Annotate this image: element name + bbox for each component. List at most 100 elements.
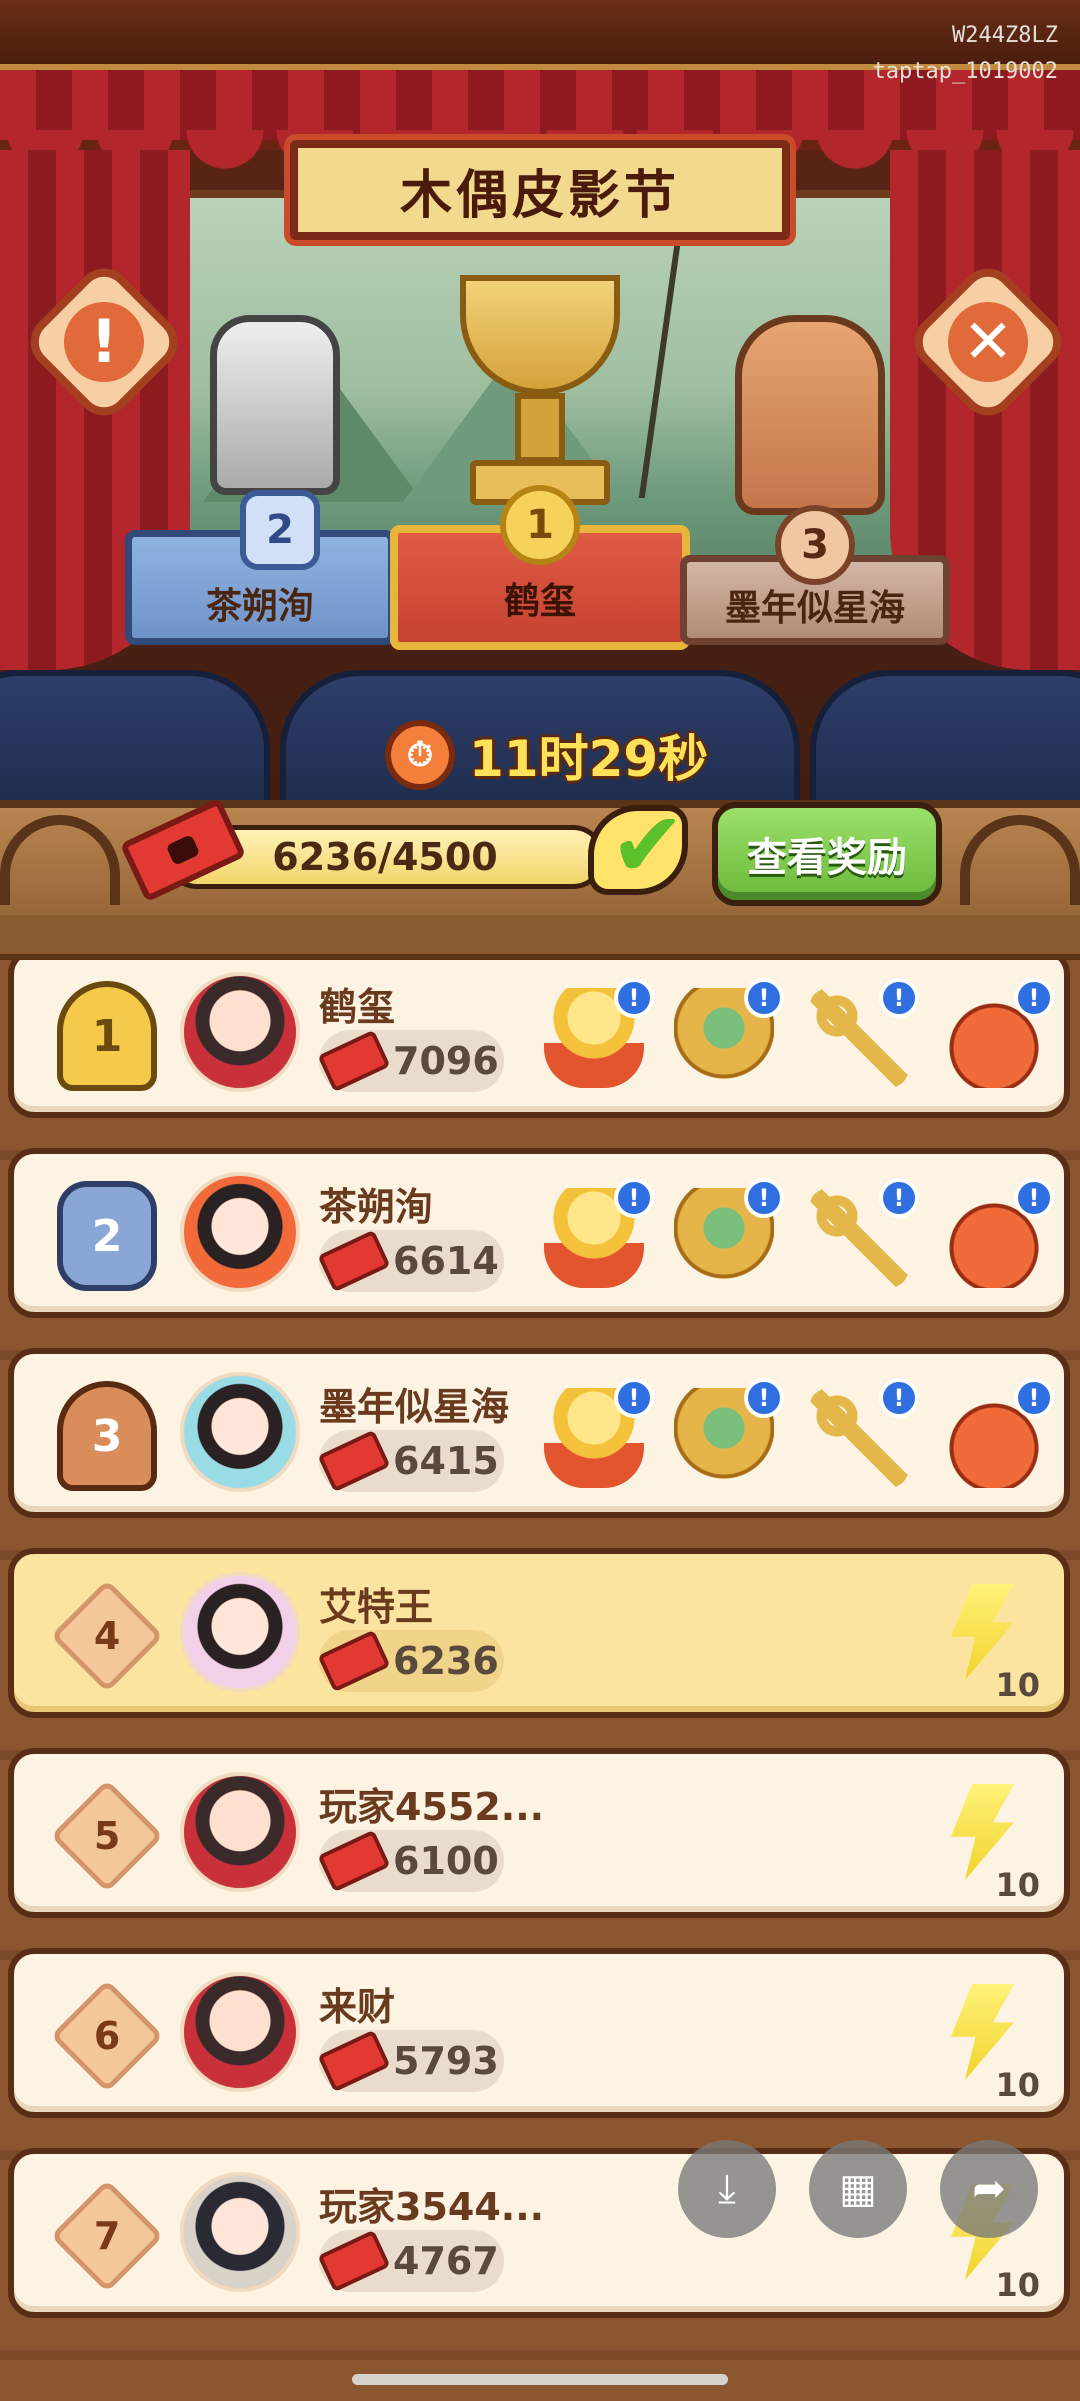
info-icon[interactable]: ! (1014, 1378, 1054, 1418)
ticket-icon (317, 1829, 391, 1893)
info-icon[interactable]: ! (879, 1178, 919, 1218)
reward-lucky-bag[interactable]: ! (944, 1378, 1054, 1488)
reward-count: 10 (995, 2066, 1040, 2104)
rank-medal-3: 3 (775, 505, 855, 585)
reward-count: 10 (995, 2266, 1040, 2304)
reward-gold-nuggets[interactable]: ! (544, 1378, 654, 1488)
leaderboard-row[interactable]: 6 来财 5793 10 (8, 1948, 1070, 2118)
reward-lucky-bag[interactable]: ! (944, 1178, 1054, 1288)
leaderboard-row[interactable]: 5 玩家4552... 6100 10 (8, 1748, 1070, 1918)
event-title: 木偶皮影节 (399, 165, 680, 226)
energy-reward[interactable]: 10 (930, 1984, 1040, 2104)
rank-diamond-icon: 4 (50, 1579, 164, 1693)
grid-icon: ▦ (839, 2166, 877, 2212)
player-score: 6236 (393, 1639, 499, 1683)
download-button[interactable]: ⤓ (678, 2140, 776, 2238)
player-name: 玩家3544... (319, 2185, 545, 2229)
reward-treasure-pot[interactable]: ! (674, 1178, 784, 1288)
shelf-base (0, 915, 1080, 960)
info-icon[interactable]: ! (879, 1378, 919, 1418)
grid-button[interactable]: ▦ (809, 2140, 907, 2238)
score-pill: 5793 (317, 2029, 504, 2093)
player-score: 6415 (393, 1439, 499, 1483)
avatar[interactable] (180, 1172, 300, 1292)
stage-header: ! ✕ 木偶皮影节 茶朔洵 鹤玺 墨年似星海 2 1 3 ⏱ 11时29秒 62… (0, 0, 1080, 960)
reward-gold-nuggets[interactable]: ! (544, 978, 654, 1088)
event-title-banner: 木偶皮影节 (290, 140, 790, 240)
player-score: 5793 (393, 2039, 499, 2083)
leaderboard-row[interactable]: 2 茶朔洵 6614 ! ! ! ! (8, 1148, 1070, 1318)
info-icon[interactable]: ! (614, 978, 654, 1018)
player-name: 墨年似星海 (319, 1385, 510, 1429)
reward-lucky-bag[interactable]: ! (944, 978, 1054, 1088)
goal-complete-check: ✔ (580, 793, 700, 905)
avatar[interactable] (180, 1372, 300, 1492)
info-icon[interactable]: ! (744, 1178, 784, 1218)
silver-trophy-icon: 2 (57, 1181, 157, 1291)
reward-key[interactable]: ! (809, 978, 919, 1088)
checkmark-icon: ✔ (610, 793, 686, 898)
player-name: 玩家4552... (319, 1785, 545, 1829)
player-score: 7096 (393, 1039, 499, 1083)
reward-list: ! ! ! ! (534, 960, 1074, 1108)
avatar[interactable] (180, 1972, 300, 2092)
rank-number: 4 (93, 1613, 121, 1658)
score-pill: 7096 (317, 1029, 504, 1093)
score-pill: 4767 (317, 2229, 504, 2293)
info-icon[interactable]: ! (744, 1378, 784, 1418)
rank-badge: 2 (42, 1166, 172, 1306)
score-pill: 6415 (317, 1429, 504, 1493)
reward-gold-nuggets[interactable]: ! (544, 1178, 654, 1288)
player-name: 艾特王 (319, 1585, 434, 1629)
info-icon[interactable]: ! (614, 1378, 654, 1418)
info-icon[interactable]: ! (614, 1178, 654, 1218)
leaderboard-row[interactable]: 1 鹤玺 7096 ! ! ! ! (8, 960, 1070, 1118)
info-icon[interactable]: ! (744, 978, 784, 1018)
avatar[interactable] (180, 2172, 300, 2292)
silver-fist-trophy (210, 315, 340, 495)
rank-badge: 7 (42, 2166, 172, 2306)
share-icon: ➦ (972, 2166, 1006, 2212)
leaderboard-row[interactable]: 7 玩家3544... 4767 10 (8, 2148, 1070, 2318)
reward-key[interactable]: ! (809, 1178, 919, 1288)
info-icon[interactable]: ! (879, 978, 919, 1018)
gold-cup-trophy (430, 275, 650, 505)
reward-list: ! ! ! ! (534, 1358, 1074, 1508)
share-button[interactable]: ➦ (940, 2140, 1038, 2238)
avatar[interactable] (180, 1572, 300, 1692)
score-pill: 6100 (317, 1829, 504, 1893)
rank-badge: 1 (42, 966, 172, 1106)
exclamation-icon: ! (64, 302, 144, 382)
status-overlay: W244Z8LZ taptap_1019002 (873, 18, 1058, 90)
avatar[interactable] (180, 1772, 300, 1892)
reward-treasure-pot[interactable]: ! (674, 978, 784, 1088)
info-icon[interactable]: ! (1014, 1178, 1054, 1218)
player-name: 鹤玺 (319, 985, 396, 1029)
info-icon[interactable]: ! (1014, 978, 1054, 1018)
bronze-trophy-icon: 3 (57, 1381, 157, 1491)
energy-reward[interactable]: 10 (930, 1584, 1040, 1704)
rank-number: 7 (93, 2213, 121, 2258)
countdown-timer: ⏱ 11时29秒 (375, 715, 732, 795)
rank-badge: 6 (42, 1966, 172, 2106)
score-pill: 6236 (317, 1629, 504, 1693)
leaderboard-row[interactable]: 3 墨年似星海 6415 ! ! ! ! (8, 1348, 1070, 1518)
ticket-icon (317, 2229, 391, 2293)
energy-reward[interactable]: 10 (930, 1784, 1040, 1904)
podium-name: 鹤玺 (503, 580, 576, 622)
player-name: 茶朔洵 (319, 1185, 434, 1229)
rank-badge: 3 (42, 1366, 172, 1506)
download-icon: ⤓ (718, 2166, 736, 2212)
close-icon: ✕ (948, 302, 1028, 382)
home-indicator[interactable] (352, 2374, 728, 2385)
ticket-icon (317, 1029, 391, 1093)
leaderboard-row-self[interactable]: 4 艾特王 6236 10 (8, 1548, 1070, 1718)
rank-number: 6 (93, 2013, 121, 2058)
avatar[interactable] (180, 972, 300, 1092)
rank-diamond-icon: 7 (50, 2179, 164, 2293)
view-rewards-button[interactable]: 查看奖励 (712, 802, 942, 906)
leaderboard-list[interactable]: 1 鹤玺 7096 ! ! ! ! 2 茶朔洵 6614 ! ! ! ! 3 墨… (0, 960, 1080, 2401)
ticket-icon (317, 1229, 391, 1293)
reward-treasure-pot[interactable]: ! (674, 1378, 784, 1488)
reward-key[interactable]: ! (809, 1378, 919, 1488)
